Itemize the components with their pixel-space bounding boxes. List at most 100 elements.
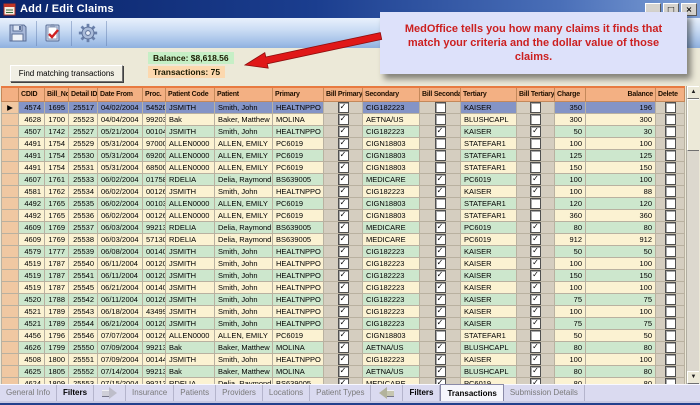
table-row[interactable]: 452117892554406/21/200400120JSMITHSmith,… <box>2 318 685 330</box>
column-header-bill-primary[interactable]: Bill Primary <box>324 87 363 102</box>
tab-submission-details[interactable]: Submission Details <box>504 385 585 401</box>
delete-checkbox[interactable] <box>665 282 676 293</box>
row-marker-cell[interactable] <box>2 366 19 378</box>
bill-secondary-checkbox[interactable]: ✓ <box>435 306 446 317</box>
row-marker-cell[interactable] <box>2 126 19 138</box>
bill-primary-checkbox[interactable]: ✓ <box>338 234 349 245</box>
tab-filters[interactable]: Filters <box>403 385 440 401</box>
column-header-bill-no[interactable]: Bill_No <box>45 87 69 102</box>
bill-secondary-checkbox[interactable]: ✓ <box>435 366 446 377</box>
bill-tertiary-checkbox[interactable] <box>530 138 541 149</box>
delete-checkbox[interactable] <box>665 294 676 305</box>
bill-tertiary-checkbox[interactable] <box>530 210 541 221</box>
bill-secondary-checkbox[interactable] <box>435 210 446 221</box>
vertical-scrollbar[interactable]: ▲ ▼ <box>686 86 699 384</box>
delete-checkbox[interactable] <box>665 126 676 137</box>
tab-patients[interactable]: Patients <box>174 385 216 401</box>
bill-tertiary-checkbox[interactable]: ✓ <box>530 222 541 233</box>
bill-primary-checkbox[interactable]: ✓ <box>338 306 349 317</box>
row-marker-cell[interactable] <box>2 270 19 282</box>
table-row[interactable]: 460917692553706/03/200499213RDELIADelia,… <box>2 222 685 234</box>
table-row[interactable]: 452117892554306/18/200443499JSMITHSmith,… <box>2 306 685 318</box>
bill-secondary-checkbox[interactable]: ✓ <box>435 342 446 353</box>
delete-checkbox[interactable] <box>665 318 676 329</box>
bill-tertiary-checkbox[interactable] <box>530 198 541 209</box>
bill-primary-checkbox[interactable]: ✓ <box>338 354 349 365</box>
table-row[interactable]: 460717612553306/02/200401758RDELIADelia,… <box>2 174 685 186</box>
scrollbar-thumb[interactable] <box>687 99 699 151</box>
delete-checkbox[interactable] <box>665 174 676 185</box>
row-marker-cell[interactable] <box>2 306 19 318</box>
bill-primary-checkbox[interactable]: ✓ <box>338 222 349 233</box>
bill-primary-checkbox[interactable]: ✓ <box>338 174 349 185</box>
column-header-bill-secondary[interactable]: Bill Secondary <box>420 87 461 102</box>
tab-providers[interactable]: Providers <box>216 385 263 401</box>
row-marker-cell[interactable] <box>2 258 19 270</box>
bill-primary-checkbox[interactable]: ✓ <box>338 246 349 257</box>
bill-secondary-checkbox[interactable]: ✓ <box>435 282 446 293</box>
row-marker-cell[interactable] <box>2 222 19 234</box>
row-marker-cell[interactable] <box>2 234 19 246</box>
row-marker-cell[interactable] <box>2 210 19 222</box>
bill-secondary-checkbox[interactable] <box>435 162 446 173</box>
post-claims-button[interactable] <box>40 21 72 46</box>
tab-locations[interactable]: Locations <box>263 385 310 401</box>
row-marker-cell[interactable] <box>2 138 19 150</box>
delete-checkbox[interactable] <box>665 102 676 113</box>
table-row[interactable]: 451917872554106/11/200400120JSMITHSmith,… <box>2 270 685 282</box>
bill-secondary-checkbox[interactable]: ✓ <box>435 186 446 197</box>
row-marker-cell[interactable] <box>2 198 19 210</box>
bill-tertiary-checkbox[interactable]: ✓ <box>530 270 541 281</box>
delete-checkbox[interactable] <box>665 306 676 317</box>
scroll-up-button[interactable]: ▲ <box>687 86 699 99</box>
bill-secondary-checkbox[interactable]: ✓ <box>435 234 446 245</box>
bill-secondary-checkbox[interactable]: ✓ <box>435 354 446 365</box>
bill-secondary-checkbox[interactable]: ✓ <box>435 270 446 281</box>
table-row[interactable]: 449117542553005/31/200469200ALLEN0000ALL… <box>2 150 685 162</box>
row-marker-cell[interactable] <box>2 186 19 198</box>
column-header-charge[interactable]: Charge <box>555 87 586 102</box>
bill-tertiary-checkbox[interactable]: ✓ <box>530 174 541 185</box>
delete-checkbox[interactable] <box>665 198 676 209</box>
column-header-delete[interactable]: Delete <box>656 87 685 102</box>
tab-filters[interactable]: Filters <box>57 385 94 401</box>
table-row[interactable]: 450818002555107/09/200400144JSMITHSmith,… <box>2 354 685 366</box>
bill-secondary-checkbox[interactable] <box>435 102 446 113</box>
settings-button[interactable] <box>75 21 107 46</box>
table-row[interactable]: 462518052555207/14/200499213BakBaker, Ma… <box>2 366 685 378</box>
row-marker-cell[interactable] <box>2 162 19 174</box>
tab-patient-types[interactable]: Patient Types <box>310 385 371 401</box>
bill-secondary-checkbox[interactable]: ✓ <box>435 222 446 233</box>
delete-checkbox[interactable] <box>665 354 676 365</box>
bill-secondary-checkbox[interactable]: ✓ <box>435 126 446 137</box>
table-row[interactable]: 451917872554506/21/200400140JSMITHSmith,… <box>2 282 685 294</box>
table-row[interactable]: 458117622553406/02/200400126JSMITHSmith,… <box>2 186 685 198</box>
table-row[interactable]: 460917692553806/03/200457130RDELIADelia,… <box>2 234 685 246</box>
find-matching-transactions-button[interactable]: Find matching transactions <box>10 65 123 82</box>
row-marker-cell[interactable] <box>2 294 19 306</box>
column-header-bill-tertiary[interactable]: Bill Tertiary <box>517 87 555 102</box>
bill-secondary-checkbox[interactable]: ✓ <box>435 174 446 185</box>
delete-checkbox[interactable] <box>665 342 676 353</box>
column-header-tertiary[interactable]: Tertiary <box>461 87 517 102</box>
delete-checkbox[interactable] <box>665 222 676 233</box>
bill-tertiary-checkbox[interactable]: ✓ <box>530 246 541 257</box>
bill-tertiary-checkbox[interactable]: ✓ <box>530 318 541 329</box>
row-marker-cell[interactable] <box>2 330 19 342</box>
tab-transactions[interactable]: Transactions <box>440 384 503 401</box>
tab-insurance[interactable]: Insurance <box>126 385 174 401</box>
delete-checkbox[interactable] <box>665 162 676 173</box>
bill-tertiary-checkbox[interactable]: ✓ <box>530 306 541 317</box>
bill-primary-checkbox[interactable]: ✓ <box>338 282 349 293</box>
bill-tertiary-checkbox[interactable]: ✓ <box>530 282 541 293</box>
table-row[interactable]: 449217652553506/02/200400103ALLEN0000ALL… <box>2 198 685 210</box>
bill-primary-checkbox[interactable]: ✓ <box>338 138 349 149</box>
bill-tertiary-checkbox[interactable]: ✓ <box>530 234 541 245</box>
bill-tertiary-checkbox[interactable] <box>530 150 541 161</box>
selected-row-marker-icon[interactable]: ▶ <box>2 102 19 114</box>
bill-tertiary-checkbox[interactable]: ✓ <box>530 126 541 137</box>
arrow-left-icon[interactable] <box>371 385 403 401</box>
bill-primary-checkbox[interactable]: ✓ <box>338 258 349 269</box>
row-marker-cell[interactable] <box>2 342 19 354</box>
bill-primary-checkbox[interactable]: ✓ <box>338 102 349 113</box>
